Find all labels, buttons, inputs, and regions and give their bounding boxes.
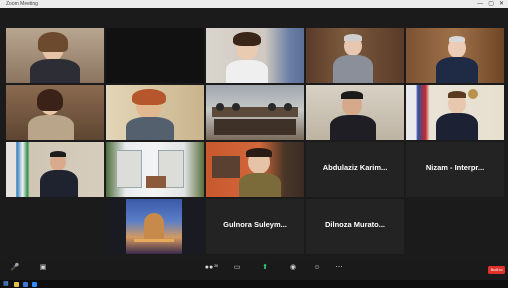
window-titlebar: Zoom Meeting — ▢ ✕	[0, 0, 508, 8]
video-tile[interactable]	[106, 28, 204, 83]
participant-display-name: Gulnora Suleym...	[223, 220, 287, 229]
video-tile[interactable]	[6, 142, 104, 197]
video-feed	[206, 85, 304, 140]
participants-button[interactable]: ●● 20	[196, 264, 222, 272]
zoom-app-icon[interactable]	[32, 281, 37, 287]
video-feed	[106, 142, 204, 197]
video-feed	[406, 28, 504, 83]
video-feed	[306, 85, 404, 140]
video-tile[interactable]	[406, 28, 504, 83]
more-icon: ⋯	[335, 264, 343, 271]
video-camera-icon: ▣	[39, 264, 47, 271]
video-feed	[206, 28, 304, 83]
video-tile[interactable]	[106, 199, 204, 254]
video-tile-no-video[interactable]: Gulnora Suleym...	[206, 199, 304, 254]
video-feed	[406, 85, 504, 140]
video-tile-active-speaker[interactable]	[306, 85, 404, 140]
participant-display-name: Nizam - Interpr...	[425, 163, 485, 172]
close-icon[interactable]: ✕	[499, 0, 504, 8]
record-icon: ◉	[289, 264, 297, 271]
video-tile[interactable]	[106, 142, 204, 197]
video-button[interactable]: ▣	[30, 264, 56, 272]
windows-start-icon[interactable]: ▦	[3, 281, 9, 287]
participants-count: 20	[214, 264, 218, 268]
video-feed	[6, 85, 104, 140]
video-tile[interactable]	[6, 28, 104, 83]
video-feed	[6, 28, 104, 83]
window-title: Zoom Meeting	[6, 1, 38, 7]
video-tile-no-video[interactable]: Nizam - Interpr...	[406, 142, 504, 197]
file-explorer-icon[interactable]	[14, 281, 19, 287]
video-feed	[6, 142, 104, 197]
more-button[interactable]: ⋯	[326, 264, 352, 272]
video-feed	[106, 85, 204, 140]
video-gallery: Abdulaziz Karim... Nizam - Interpr... Gu…	[0, 28, 508, 256]
video-feed	[106, 199, 204, 254]
video-tile-no-video[interactable]: Abdulaziz Karim...	[306, 142, 404, 197]
video-feed	[306, 28, 404, 83]
video-feed	[206, 142, 304, 197]
video-tile[interactable]	[106, 85, 204, 140]
participant-display-name: Abdulaziz Karim...	[322, 163, 388, 172]
video-tile-no-video[interactable]: Dilnoza Murato...	[306, 199, 404, 254]
video-tile[interactable]	[206, 28, 304, 83]
video-tile[interactable]	[406, 85, 504, 140]
video-tile[interactable]	[206, 142, 304, 197]
share-screen-button[interactable]: ⬆	[252, 264, 278, 272]
maximize-icon[interactable]: ▢	[488, 0, 494, 8]
participants-icon: ●●	[204, 264, 214, 271]
window-controls: — ▢ ✕	[477, 0, 504, 8]
video-tile[interactable]	[206, 85, 304, 140]
mute-button[interactable]: 🎤	[2, 264, 28, 272]
browser-icon[interactable]	[23, 281, 28, 287]
chat-icon: ▭	[233, 264, 241, 271]
video-feed	[106, 28, 204, 83]
video-tile[interactable]	[6, 85, 104, 140]
participant-display-name: Dilnoza Murato...	[325, 220, 385, 229]
os-taskbar: ▦	[0, 280, 508, 288]
record-button[interactable]: ◉	[280, 264, 306, 272]
minimize-icon[interactable]: —	[477, 0, 483, 8]
video-tile[interactable]	[306, 28, 404, 83]
leave-meeting-button[interactable]: Выйти	[488, 266, 505, 274]
share-screen-icon: ⬆	[262, 264, 268, 271]
meeting-toolbar: 🎤 ▣ ●● 20 ▭ ⬆ ◉ ☺ ⋯ Выйти	[0, 262, 508, 280]
chat-button[interactable]: ▭	[224, 264, 250, 272]
microphone-icon: 🎤	[10, 264, 20, 271]
